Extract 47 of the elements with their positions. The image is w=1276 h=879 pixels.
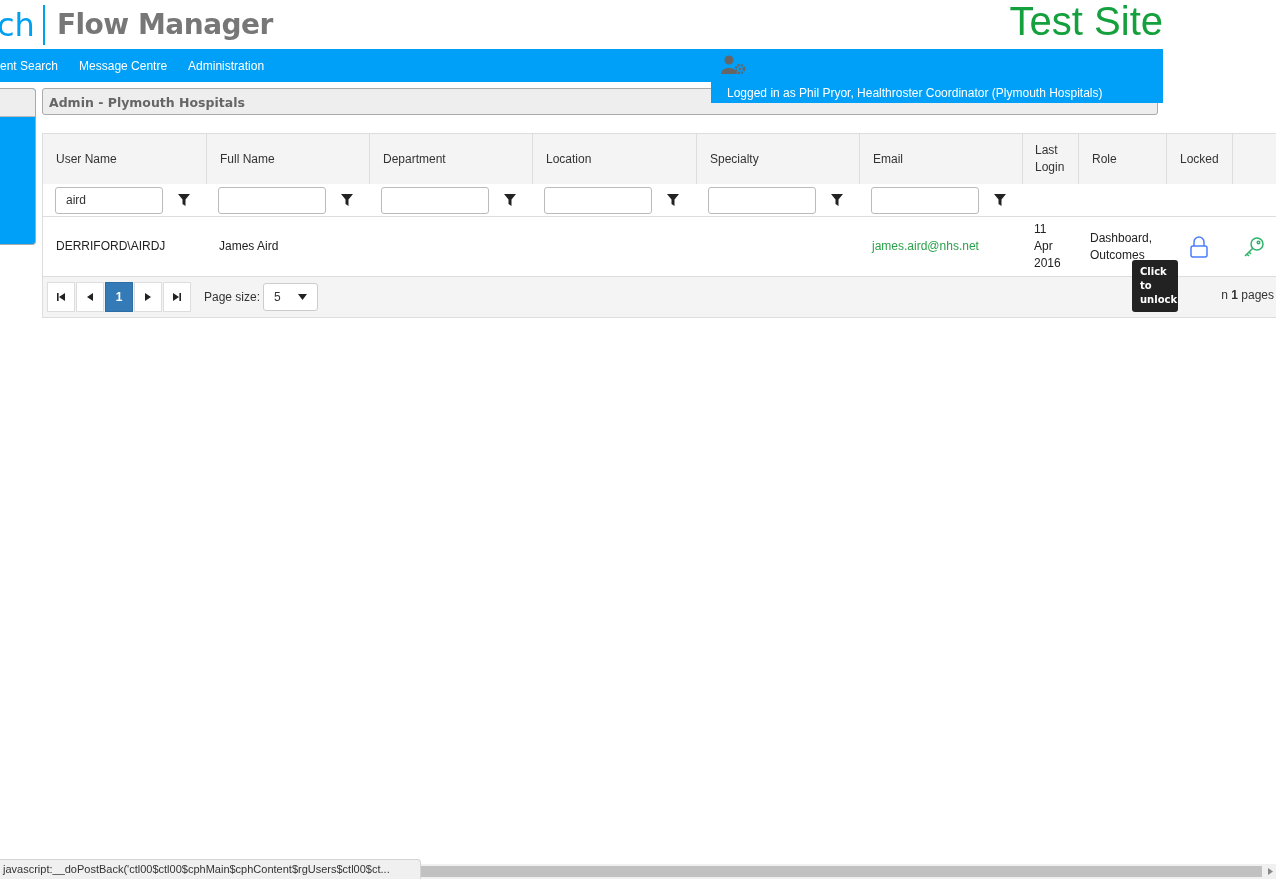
filter-field[interactable] xyxy=(871,186,979,214)
horizontal-scrollbar[interactable] xyxy=(421,864,1276,879)
caret-icon xyxy=(298,294,308,300)
first-page-button[interactable] xyxy=(47,282,75,312)
page-size-dropdown[interactable]: 5 xyxy=(263,283,319,311)
first-page-icon xyxy=(57,293,65,301)
next-page-icon xyxy=(145,293,151,301)
date-cell-text: 11 Apr 2016 xyxy=(1034,221,1062,272)
filter-icon[interactable] xyxy=(504,194,516,206)
column-header[interactable]: Department xyxy=(369,134,532,184)
last-page-icon xyxy=(173,293,181,301)
filter-field[interactable] xyxy=(218,186,326,214)
filter-field[interactable]: aird xyxy=(55,186,163,214)
scroll-right-icon[interactable] xyxy=(1268,868,1273,875)
filter-icon[interactable] xyxy=(994,194,1006,206)
previous-page-button[interactable] xyxy=(76,282,104,312)
column-header[interactable]: Location xyxy=(532,134,696,184)
full-name-cell: James Aird xyxy=(219,238,279,255)
last-page-button[interactable] xyxy=(163,282,191,312)
logged-in-text: Logged in as Phil Pryor, Healthroster Coordinator (Plymouth Hospitals) xyxy=(711,81,1163,103)
tooltip: Click to unlock xyxy=(1132,260,1178,312)
filter-field[interactable] xyxy=(708,186,816,214)
column-header[interactable]: Specialty xyxy=(696,134,859,184)
page-size-label: Page size: xyxy=(204,290,261,304)
filter-field[interactable] xyxy=(381,186,489,214)
user-name-cell: DERRIFORD\AIRDJ xyxy=(56,238,166,255)
key-icon[interactable] xyxy=(1243,235,1265,258)
column-header[interactable]: Full Name xyxy=(206,134,369,184)
previous-page-icon xyxy=(87,293,93,301)
user-settings-icon[interactable] xyxy=(721,55,747,75)
page-button[interactable]: 1 xyxy=(105,282,133,312)
app-title: Flow Manager xyxy=(56,8,273,41)
filter-icon[interactable] xyxy=(667,194,679,206)
column-header[interactable]: Role xyxy=(1078,134,1166,184)
column-header[interactable]: Email xyxy=(859,134,1022,184)
pager-summary: n 1 pages xyxy=(1221,288,1274,302)
filter-icon[interactable] xyxy=(831,194,843,206)
column-header[interactable]: User Name xyxy=(43,134,206,184)
status-text: javascript:__doPostBack('ctl00$ctl00$cphMain$cphContent$rgUsers$ctl00$ct... xyxy=(0,859,421,879)
site-label: Test Site xyxy=(1009,0,1163,44)
filter-icon[interactable] xyxy=(341,194,353,206)
column-header[interactable]: Last Login xyxy=(1022,134,1078,184)
filter-field[interactable] xyxy=(544,186,652,214)
filter-icon[interactable] xyxy=(178,194,190,206)
lock-icon[interactable] xyxy=(1189,235,1209,258)
column-header[interactable]: Locked xyxy=(1166,134,1232,184)
next-page-button[interactable] xyxy=(134,282,162,312)
